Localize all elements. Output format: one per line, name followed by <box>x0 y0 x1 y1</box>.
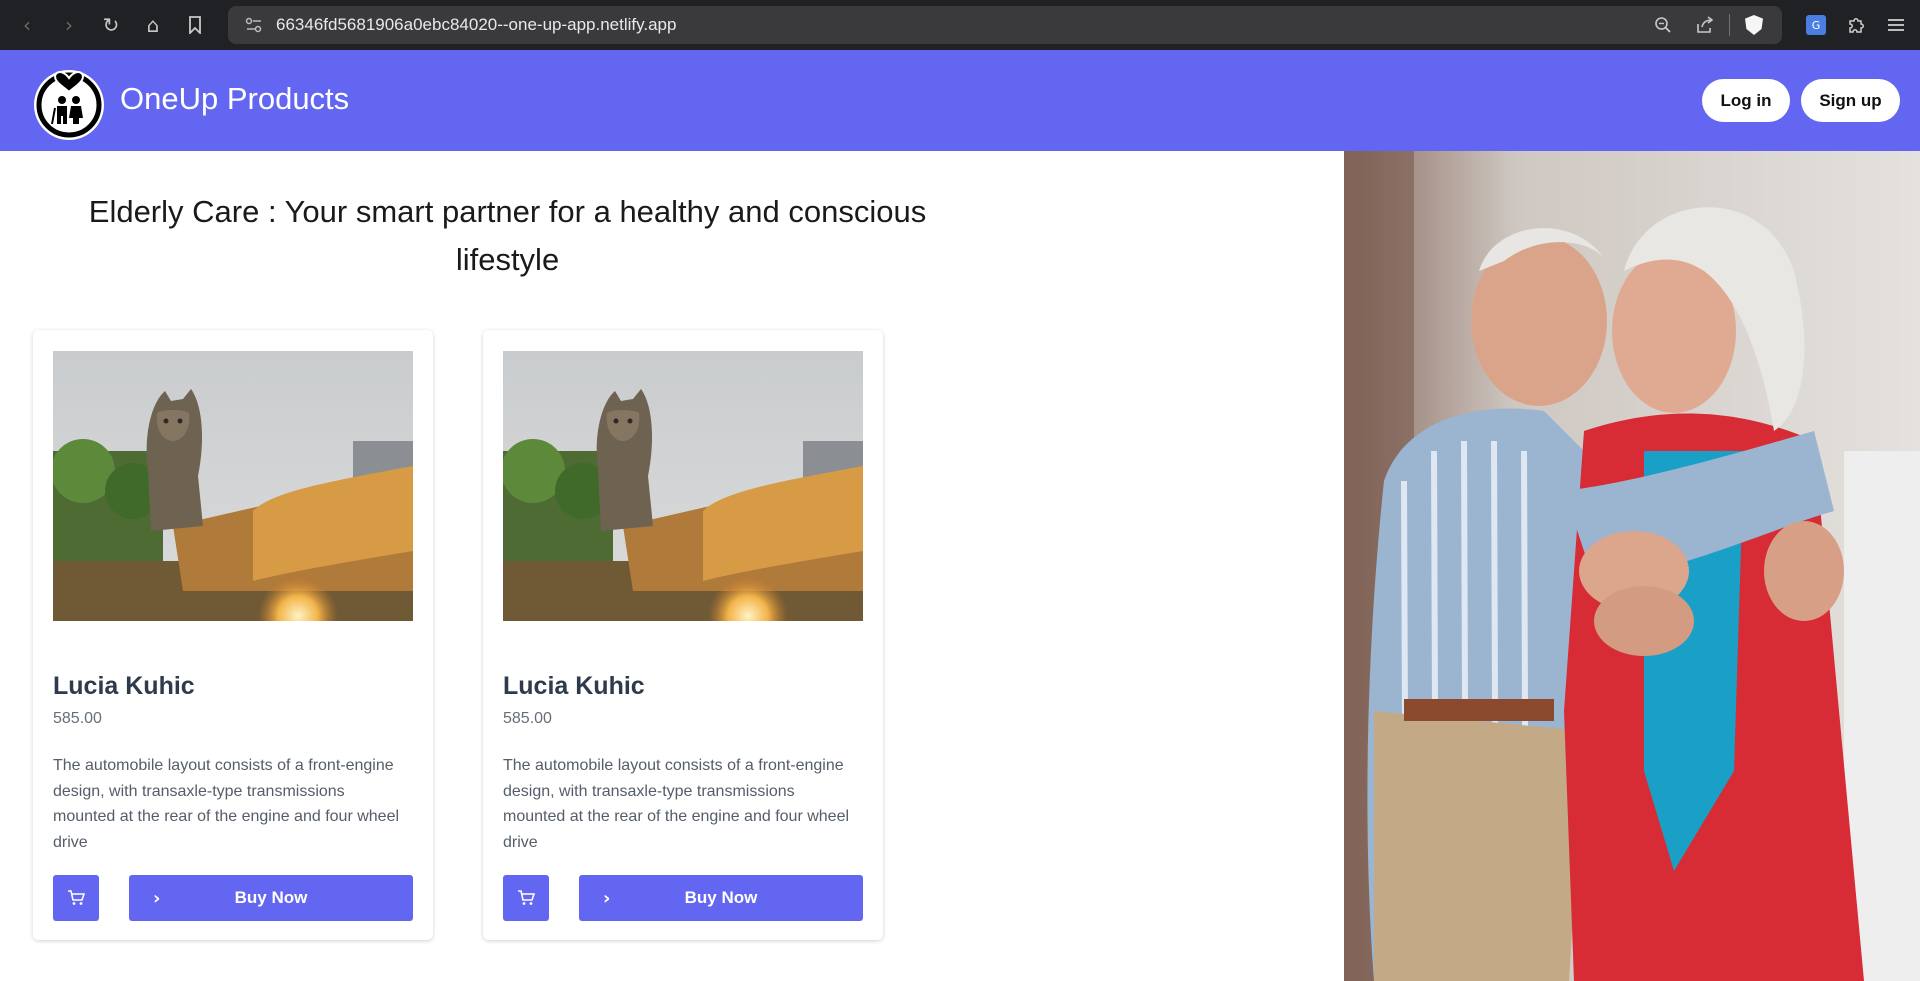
chevron-right-icon: › <box>153 887 161 909</box>
product-card: Lucia Kuhic 585.00 The automobile layout… <box>33 330 433 940</box>
product-card: Lucia Kuhic 585.00 The automobile layout… <box>483 330 883 940</box>
product-description: The automobile layout consists of a fron… <box>53 757 400 851</box>
site-header: OneUp Products Log in Sign up <box>0 50 1920 151</box>
oneup-logo-icon[interactable] <box>32 58 107 143</box>
share-icon[interactable] <box>1687 6 1723 44</box>
product-image[interactable] <box>53 351 413 621</box>
signup-button[interactable]: Sign up <box>1801 79 1900 122</box>
product-price: 585.00 <box>503 710 552 727</box>
reload-icon[interactable]: ↻ <box>90 0 132 50</box>
bookmark-icon[interactable] <box>174 0 216 50</box>
cart-icon <box>68 890 85 905</box>
forward-icon[interactable]: › <box>48 0 90 50</box>
address-bar[interactable]: 66346fd5681906a0ebc84020--one-up-app.net… <box>228 6 1782 44</box>
chevron-right-icon: › <box>603 887 611 909</box>
buy-now-label: Buy Now <box>234 888 308 907</box>
product-image[interactable] <box>503 351 863 621</box>
add-to-cart-button[interactable] <box>53 875 99 921</box>
site-info-icon[interactable] <box>236 6 272 44</box>
buy-now-button[interactable]: › Buy Now <box>579 875 863 921</box>
translate-icon[interactable]: G <box>1796 0 1836 50</box>
cart-icon <box>518 890 535 905</box>
zoom-icon[interactable] <box>1645 6 1681 44</box>
url-text[interactable]: 66346fd5681906a0ebc84020--one-up-app.net… <box>276 15 676 35</box>
brand-name[interactable]: OneUp Products <box>120 81 349 117</box>
extensions-icon[interactable] <box>1836 0 1876 50</box>
product-name[interactable]: Lucia Kuhic <box>503 672 645 701</box>
browser-toolbar: ‹ › ↻ ⌂ 66346fd5681906a0ebc84020--one-up… <box>0 0 1920 50</box>
menu-icon[interactable] <box>1876 0 1916 50</box>
product-price: 585.00 <box>53 710 102 727</box>
url-bar-divider <box>1729 14 1730 36</box>
home-icon[interactable]: ⌂ <box>132 0 174 50</box>
product-name[interactable]: Lucia Kuhic <box>53 672 195 701</box>
back-icon[interactable]: ‹ <box>6 0 48 50</box>
add-to-cart-button[interactable] <box>503 875 549 921</box>
page-title: Elderly Care : Your smart partner for a … <box>88 194 927 277</box>
buy-now-label: Buy Now <box>684 888 758 907</box>
buy-now-button[interactable]: › Buy Now <box>129 875 413 921</box>
product-description: The automobile layout consists of a fron… <box>503 757 850 851</box>
elderly-couple-photo <box>1344 151 1920 981</box>
brave-shield-icon[interactable] <box>1736 6 1772 44</box>
login-button[interactable]: Log in <box>1702 79 1790 122</box>
